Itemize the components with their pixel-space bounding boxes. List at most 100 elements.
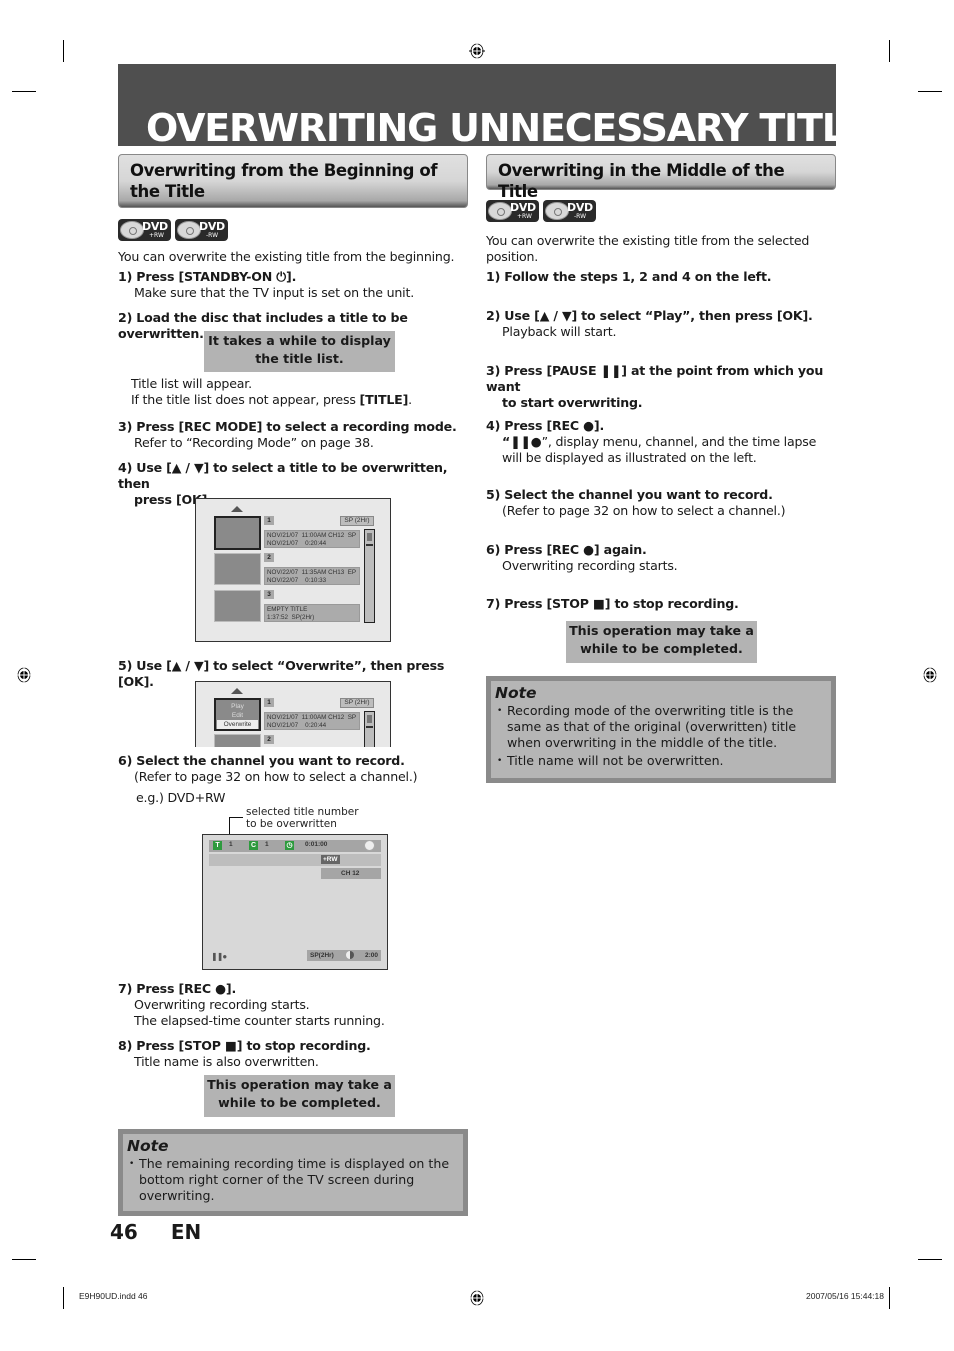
recording-osd-screen: T 1 C 1 ◷ 0:01:00 +RW CH 12 ❚❚● SP(2Hr) … (202, 834, 388, 970)
step-2-details: Title list will appear. If the title lis… (131, 376, 471, 408)
step-3-title-cont: to start overwriting. (502, 395, 643, 410)
intro-text: You can overwrite the existing title fro… (118, 249, 455, 264)
step-7-title: 7) Press [STOP ■] to stop recording. (486, 596, 739, 611)
title-key: [TITLE] (359, 392, 409, 407)
note-item: The remaining recording time is displaye… (129, 1156, 463, 1204)
step-2-text: Playback will start. (502, 324, 617, 339)
step-4-text: “❚❚●”, display menu, channel, and the ti… (502, 434, 817, 465)
osd-disc-bar (209, 854, 381, 866)
step-2-title: 2) Use [▲ / ▼] to select “Play”, then pr… (486, 308, 813, 323)
scrollbar[interactable] (364, 529, 375, 623)
intro-text: You can overwrite the existing title fro… (486, 233, 810, 264)
info-box-display-wait: It takes a while to display the title li… (204, 331, 395, 372)
callout-line (229, 817, 243, 818)
disc-type-badge: +RW (321, 855, 340, 864)
crop-mark (889, 40, 890, 62)
step-6-text: (Refer to page 32 on how to select a cha… (134, 769, 418, 784)
step-8-text: Title name is also overwritten. (134, 1054, 319, 1069)
right-step-5: 5) Select the channel you want to record… (486, 487, 836, 519)
title-thumbnail-1[interactable] (214, 516, 261, 550)
crop-mark (63, 40, 64, 62)
scroll-up-arrow-icon (231, 688, 243, 694)
title-info: NOV/21/07 11:00AM CH12 SP NOV/21/07 0:20… (264, 712, 360, 730)
rec-mode-label: SP (2Hr) (340, 698, 374, 708)
step-7-title: 7) Press [REC ●]. (118, 981, 237, 996)
title-thumbnail-2[interactable] (214, 734, 261, 747)
title-number-readout: 1 (229, 841, 233, 848)
scrollbar-thumb[interactable] (367, 533, 372, 541)
menu-item-edit[interactable]: Edit (216, 711, 259, 720)
dvd-plus-rw-logo-icon: DVD +RW (118, 219, 171, 241)
note-box-left: Note The remaining recording time is dis… (118, 1129, 468, 1216)
channel-display: CH 12 (321, 868, 381, 879)
right-step-6: 6) Press [REC ●] again. Overwriting reco… (486, 542, 836, 574)
steps-3-4: 3) Press [REC MODE] to select a recordin… (118, 419, 478, 508)
title-number: 1 (264, 516, 274, 525)
title-number: 1 (264, 698, 274, 707)
step-1-text: Make sure that the TV input is set on th… (134, 285, 415, 300)
title-info: EMPTY TITLE 1:37:52 SP(2Hr) (264, 604, 360, 622)
registration-mark-icon (922, 667, 938, 683)
title-icon: T (213, 841, 222, 850)
registration-mark-icon (469, 1290, 485, 1306)
chapter-number-readout: 1 (265, 841, 269, 848)
footer-timestamp: 2007/05/16 15:44:18 (806, 1291, 884, 1301)
step-7-text-2: The elapsed-time counter starts running. (134, 1013, 385, 1028)
registration-mark-icon (16, 667, 32, 683)
scroll-up-arrow-icon (231, 506, 243, 512)
step-6-title: 6) Select the channel you want to record… (118, 753, 405, 768)
title-thumbnail-2[interactable] (214, 553, 261, 585)
crop-mark (918, 91, 942, 92)
title-number: 2 (264, 553, 274, 562)
note-item: Recording mode of the overwriting title … (497, 703, 831, 751)
crop-mark (12, 1259, 36, 1260)
language-code: EN (170, 1220, 202, 1244)
example-label: e.g.) DVD+RW (136, 790, 226, 805)
crop-mark (889, 1287, 890, 1309)
rec-mode-readout: SP(2Hr) (310, 952, 334, 959)
right-step-2: 2) Use [▲ / ▼] to select “Play”, then pr… (486, 308, 836, 340)
right-step-4: 4) Press [REC ●]. “❚❚●”, display menu, c… (486, 418, 831, 466)
scrollbar[interactable] (364, 711, 375, 747)
dvd-plus-rw-logo-icon: DVD +RW (486, 200, 539, 222)
page-number-area: 46 EN (110, 1220, 201, 1244)
menu-item-play[interactable]: Play (216, 702, 259, 711)
section-heading-left: Overwriting from the Beginning of the Ti… (118, 154, 468, 208)
right-step-3: 3) Press [PAUSE ❚❚] at the point from wh… (486, 363, 836, 411)
pause-record-status-icon: ❚❚● (211, 952, 227, 961)
step-3-text: Refer to “Recording Mode” on page 38. (134, 435, 374, 450)
page-banner: OVERWRITING UNNECESSARY TITLE (118, 64, 871, 150)
info-box-line: while to be completed. (218, 1095, 381, 1110)
note-item: Title name will not be overwritten. (497, 753, 831, 769)
title-thumbnail-3[interactable] (214, 590, 261, 622)
overwrite-menu-screen: Play Edit Overwrite 1 SP (2Hr) NOV/21/07… (195, 681, 391, 747)
title-info: NOV/22/07 11:35AM CH13 EP NOV/22/07 0:10… (264, 567, 360, 585)
left-body: You can overwrite the existing title fro… (118, 249, 478, 342)
step-4-title: 4) Use [▲ / ▼] to select a title to be o… (118, 460, 448, 491)
info-box-operation-time: This operation may take a while to be co… (204, 1075, 395, 1117)
info-box-line: This operation may take a (569, 623, 754, 638)
dvd-minus-rw-logo-icon: DVD -RW (543, 200, 596, 222)
step-8-title: 8) Press [STOP ■] to stop recording. (118, 1038, 371, 1053)
callout-label: selected title number to be overwritten (246, 806, 359, 830)
info-box-line: It takes a while to display (208, 333, 391, 348)
right-intro: You can overwrite the existing title fro… (486, 233, 831, 285)
info-box-operation-time: This operation may take a while to be co… (566, 621, 757, 663)
step-3-title: 3) Press [PAUSE ❚❚] at the point from wh… (486, 363, 824, 394)
footer-file-info: E9H90UD.indd 46 (79, 1291, 148, 1301)
step-6-text: Overwriting recording starts. (502, 558, 678, 573)
step-6: 6) Select the channel you want to record… (118, 753, 478, 806)
chapter-icon: C (249, 841, 258, 850)
clock-icon: ◷ (285, 841, 294, 850)
info-box-line: This operation may take a (207, 1077, 392, 1092)
disc-icon (364, 840, 375, 851)
page-title: OVERWRITING UNNECESSARY TITLE (146, 106, 871, 150)
title-number: 3 (264, 590, 274, 599)
step-1-title: 1) Press [STANDBY-ON ⏻]. (118, 269, 297, 284)
remaining-time-icon (346, 951, 354, 959)
disc-logos: DVD +RW DVD -RW (118, 219, 228, 241)
section-heading-text: Overwriting from the Beginning of the Ti… (130, 161, 438, 201)
rec-mode-label: SP (2Hr) (340, 516, 374, 526)
step-1-title: 1) Follow the steps 1, 2 and 4 on the le… (486, 269, 772, 284)
menu-item-overwrite[interactable]: Overwrite (217, 720, 258, 729)
